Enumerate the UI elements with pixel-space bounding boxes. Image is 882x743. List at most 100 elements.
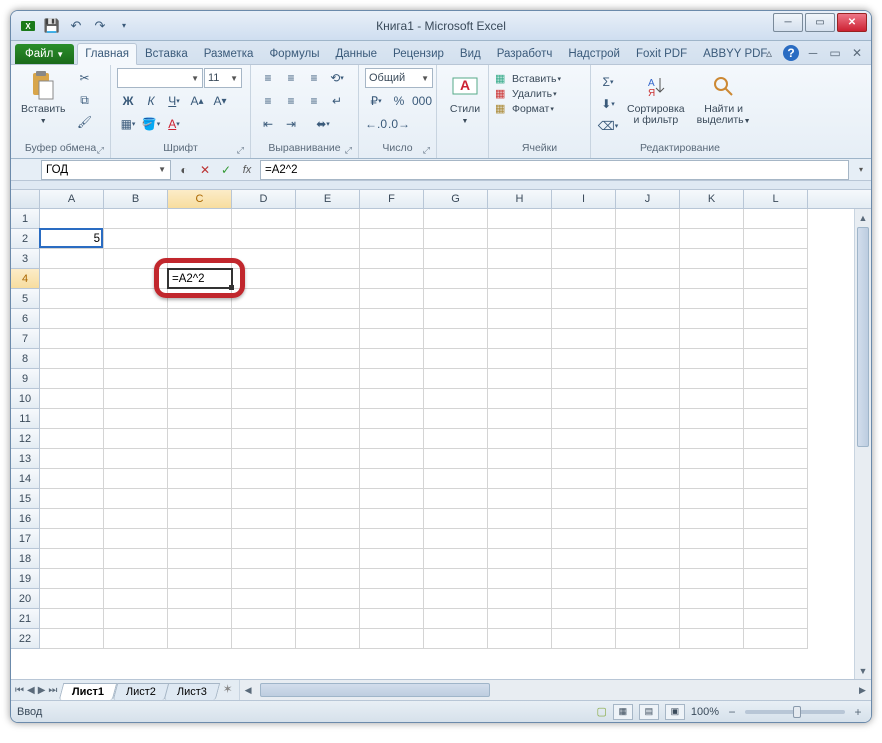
cell-G10[interactable] — [424, 389, 488, 409]
redo-icon[interactable]: ↷ — [89, 15, 111, 37]
cell-K3[interactable] — [680, 249, 744, 269]
cell-D14[interactable] — [232, 469, 296, 489]
cell-H15[interactable] — [488, 489, 552, 509]
row-header-20[interactable]: 20 — [11, 589, 40, 609]
view-break-icon[interactable]: ▣ — [665, 704, 685, 720]
cell-I17[interactable] — [552, 529, 616, 549]
cell-L12[interactable] — [744, 429, 808, 449]
cell-K19[interactable] — [680, 569, 744, 589]
cell-B7[interactable] — [104, 329, 168, 349]
cell-C19[interactable] — [168, 569, 232, 589]
cell-C13[interactable] — [168, 449, 232, 469]
number-format-combo[interactable]: Общий▼ — [365, 68, 433, 88]
zoom-out-icon[interactable]: − — [725, 705, 739, 719]
cell-I10[interactable] — [552, 389, 616, 409]
column-header-B[interactable]: B — [104, 190, 168, 208]
cell-I3[interactable] — [552, 249, 616, 269]
cell-C15[interactable] — [168, 489, 232, 509]
cell-C3[interactable] — [168, 249, 232, 269]
cell-C17[interactable] — [168, 529, 232, 549]
grow-font-icon[interactable]: A▴ — [186, 91, 208, 111]
vscroll-thumb[interactable] — [857, 227, 869, 447]
cell-C22[interactable] — [168, 629, 232, 649]
cell-A12[interactable] — [40, 429, 104, 449]
cell-K10[interactable] — [680, 389, 744, 409]
tab-foxit[interactable]: Foxit PDF — [628, 43, 695, 64]
cell-L16[interactable] — [744, 509, 808, 529]
cell-L15[interactable] — [744, 489, 808, 509]
cell-A13[interactable] — [40, 449, 104, 469]
cell-H13[interactable] — [488, 449, 552, 469]
fx-icon[interactable]: fx — [238, 161, 256, 179]
row-header-11[interactable]: 11 — [11, 409, 40, 429]
cell-G22[interactable] — [424, 629, 488, 649]
column-header-H[interactable]: H — [488, 190, 552, 208]
cell-B4[interactable] — [104, 269, 168, 289]
row-header-17[interactable]: 17 — [11, 529, 40, 549]
cell-G6[interactable] — [424, 309, 488, 329]
cell-K7[interactable] — [680, 329, 744, 349]
insert-cells-button[interactable]: Вставить — [512, 73, 557, 85]
cell-K13[interactable] — [680, 449, 744, 469]
cell-J10[interactable] — [616, 389, 680, 409]
cell-H1[interactable] — [488, 209, 552, 229]
bold-icon[interactable]: Ж — [117, 91, 139, 111]
cell-I9[interactable] — [552, 369, 616, 389]
vertical-scrollbar[interactable]: ▲ ▼ — [854, 209, 871, 679]
column-header-G[interactable]: G — [424, 190, 488, 208]
row-header-14[interactable]: 14 — [11, 469, 40, 489]
cell-J14[interactable] — [616, 469, 680, 489]
cell-B21[interactable] — [104, 609, 168, 629]
percent-icon[interactable]: % — [388, 91, 410, 111]
cell-E4[interactable] — [296, 269, 360, 289]
align-middle-icon[interactable]: ≡ — [280, 68, 302, 88]
cell-B11[interactable] — [104, 409, 168, 429]
cell-A18[interactable] — [40, 549, 104, 569]
column-header-I[interactable]: I — [552, 190, 616, 208]
cell-H21[interactable] — [488, 609, 552, 629]
cell-L21[interactable] — [744, 609, 808, 629]
scroll-down-icon[interactable]: ▼ — [855, 662, 871, 679]
cell-G15[interactable] — [424, 489, 488, 509]
cell-I6[interactable] — [552, 309, 616, 329]
cell-F22[interactable] — [360, 629, 424, 649]
excel-icon[interactable]: X — [17, 15, 39, 37]
cell-E22[interactable] — [296, 629, 360, 649]
cell-B18[interactable] — [104, 549, 168, 569]
fill-icon[interactable]: ⬇▾ — [597, 94, 619, 114]
cell-A10[interactable] — [40, 389, 104, 409]
cell-H7[interactable] — [488, 329, 552, 349]
cell-L3[interactable] — [744, 249, 808, 269]
italic-icon[interactable]: К — [140, 91, 162, 111]
enter-formula-icon[interactable]: ✓ — [217, 161, 235, 179]
cell-G14[interactable] — [424, 469, 488, 489]
cell-C1[interactable] — [168, 209, 232, 229]
cell-K16[interactable] — [680, 509, 744, 529]
number-dialog-icon[interactable]: ⤢ — [423, 145, 430, 156]
cell-C10[interactable] — [168, 389, 232, 409]
cell-L6[interactable] — [744, 309, 808, 329]
cell-E8[interactable] — [296, 349, 360, 369]
column-header-E[interactable]: E — [296, 190, 360, 208]
cell-E5[interactable] — [296, 289, 360, 309]
cell-D15[interactable] — [232, 489, 296, 509]
cell-A15[interactable] — [40, 489, 104, 509]
cell-J3[interactable] — [616, 249, 680, 269]
insert-cells-icon[interactable]: ▦ — [495, 72, 511, 85]
cell-J8[interactable] — [616, 349, 680, 369]
cell-J5[interactable] — [616, 289, 680, 309]
cell-J22[interactable] — [616, 629, 680, 649]
cell-A17[interactable] — [40, 529, 104, 549]
sheet-nav-next-icon[interactable]: ▶ — [38, 685, 46, 696]
cell-G3[interactable] — [424, 249, 488, 269]
borders-icon[interactable]: ▦▾ — [117, 114, 139, 134]
minimize-ribbon-icon[interactable]: ▵ — [761, 45, 777, 61]
cell-H12[interactable] — [488, 429, 552, 449]
cell-E1[interactable] — [296, 209, 360, 229]
cell-C20[interactable] — [168, 589, 232, 609]
doc-close-icon[interactable]: ✕ — [849, 45, 865, 61]
row-header-4[interactable]: 4 — [11, 269, 40, 289]
cell-F11[interactable] — [360, 409, 424, 429]
cell-I21[interactable] — [552, 609, 616, 629]
scroll-left-icon[interactable]: ◀ — [240, 680, 257, 700]
